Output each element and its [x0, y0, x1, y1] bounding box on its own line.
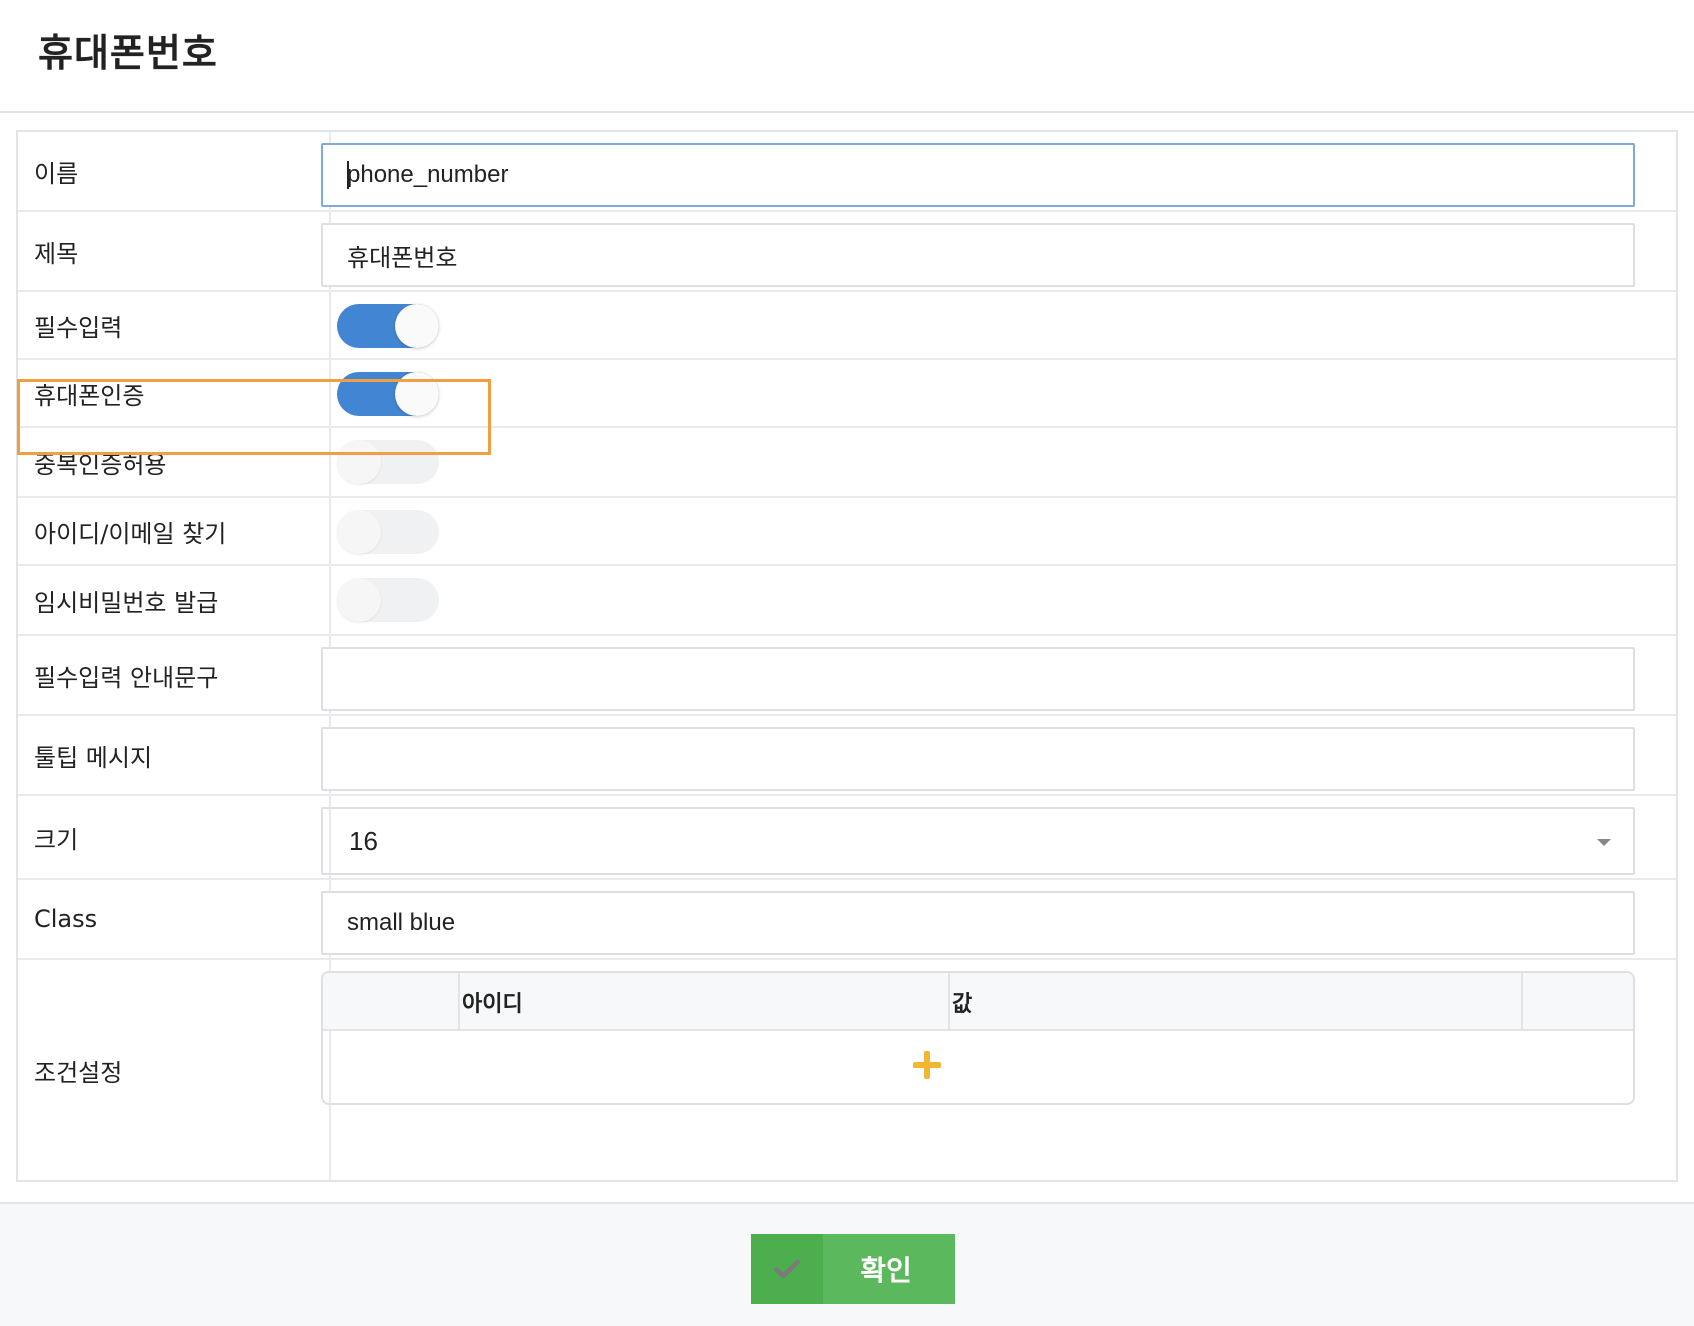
check-icon [751, 1234, 823, 1304]
row-temp-password: 임시비밀번호 발급 [18, 566, 1676, 636]
phone-auth-toggle[interactable] [337, 372, 439, 416]
conditions-label: 조건설정 [34, 1058, 123, 1087]
toggle-knob [395, 304, 439, 348]
find-id-email-label: 아이디/이메일 찾기 [34, 519, 227, 548]
row-tooltip: 툴팁 메시지 [18, 716, 1676, 796]
conditions-table: 아이디 값 [321, 971, 1635, 1105]
size-select[interactable]: 16 [321, 807, 1635, 875]
temp-password-toggle[interactable] [337, 578, 439, 622]
modal-header: 휴대폰번호 [0, 0, 1694, 113]
required-guide-input[interactable] [321, 647, 1635, 711]
conditions-table-header: 아이디 값 [323, 973, 1633, 1031]
conditions-col-value: 값 [950, 973, 1523, 1031]
title-label: 제목 [34, 239, 79, 268]
page-title: 휴대폰번호 [38, 31, 218, 75]
row-phone-auth: 휴대폰인증 [18, 360, 1676, 428]
confirm-button[interactable]: 확인 [751, 1234, 955, 1304]
toggle-knob [337, 510, 381, 554]
toggle-knob [337, 440, 381, 484]
duplicate-auth-label: 중복인증허용 [34, 450, 167, 479]
row-required-guide: 필수입력 안내문구 [18, 636, 1676, 716]
row-size: 크기 16 [18, 796, 1676, 880]
size-label: 크기 [34, 825, 79, 854]
title-input[interactable]: 휴대폰번호 [321, 223, 1635, 287]
confirm-label: 확인 [860, 1255, 912, 1286]
plus-icon[interactable] [913, 1051, 941, 1079]
row-conditions: 조건설정 아이디 값 [18, 960, 1676, 1180]
required-label: 필수입력 [34, 313, 123, 342]
required-guide-label: 필수입력 안내문구 [34, 663, 219, 692]
name-label: 이름 [34, 159, 79, 188]
toggle-knob [395, 372, 439, 416]
class-input[interactable]: small blue [321, 891, 1635, 955]
class-label: Class [34, 905, 98, 933]
row-title: 제목 휴대폰번호 [18, 212, 1676, 292]
tooltip-input[interactable] [321, 727, 1635, 791]
find-id-email-toggle[interactable] [337, 510, 439, 554]
toggle-knob [337, 578, 381, 622]
row-class: Class small blue [18, 880, 1676, 960]
tooltip-label: 툴팁 메시지 [34, 743, 153, 772]
modal-footer: 확인 [0, 1202, 1694, 1326]
row-find-id-email: 아이디/이메일 찾기 [18, 498, 1676, 566]
conditions-col-handle [323, 973, 460, 1031]
name-input[interactable]: phone_number [321, 143, 1635, 207]
row-duplicate-auth: 중복인증허용 [18, 428, 1676, 498]
row-required: 필수입력 [18, 292, 1676, 360]
conditions-col-id: 아이디 [460, 973, 950, 1031]
row-name: 이름 phone_number [18, 132, 1676, 212]
field-settings-form: 이름 phone_number 제목 휴대폰번호 필수입력 휴대폰인증 중복인증… [16, 130, 1678, 1182]
chevron-down-icon [1597, 839, 1611, 846]
duplicate-auth-toggle[interactable] [337, 440, 439, 484]
required-toggle[interactable] [337, 304, 439, 348]
temp-password-label: 임시비밀번호 발급 [34, 588, 219, 617]
phone-auth-label: 휴대폰인증 [34, 381, 145, 410]
